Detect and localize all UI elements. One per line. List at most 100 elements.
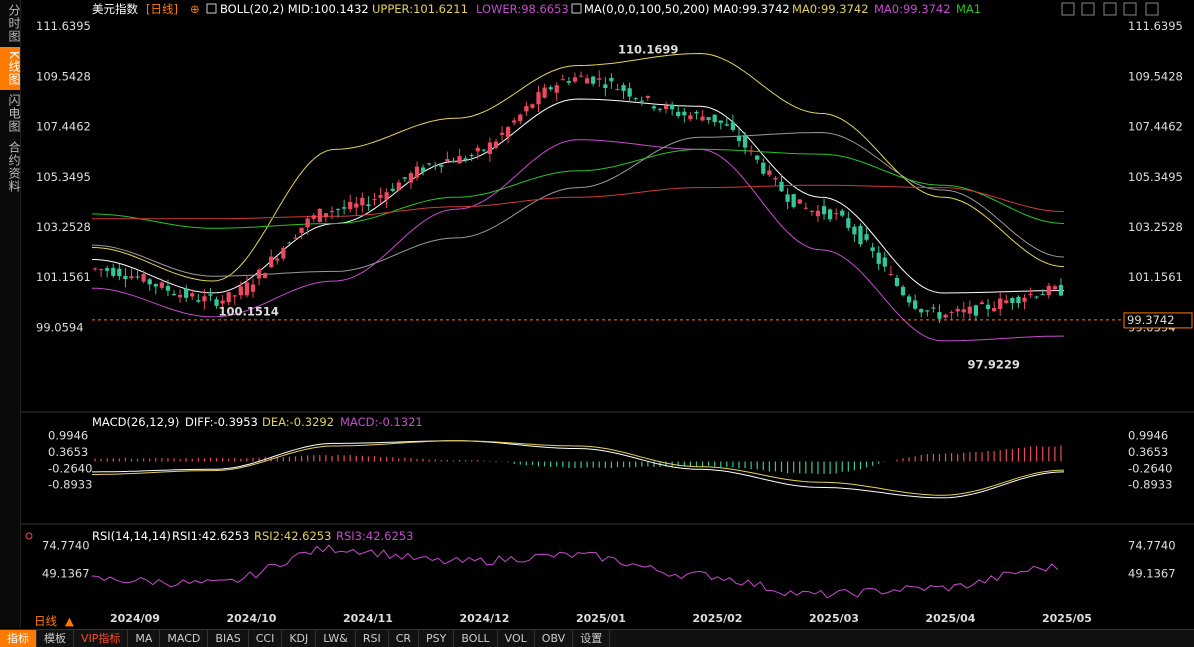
candle-body — [256, 269, 262, 279]
layout-icon[interactable] — [1123, 2, 1137, 16]
rsi-line — [91, 544, 1059, 599]
tab-indicator-4[interactable]: MACD — [160, 630, 209, 647]
ma200-line — [92, 184, 1065, 220]
last-price-value: 99.3742 — [1127, 313, 1175, 327]
candle-body — [372, 199, 377, 201]
close-icon[interactable] — [1145, 2, 1159, 16]
crosshair-icon[interactable] — [1061, 2, 1075, 16]
candle-body — [992, 307, 997, 312]
tab-indicator-11[interactable]: PSY — [419, 630, 455, 647]
tab-indicator-3[interactable]: MA — [128, 630, 161, 647]
tab-indicator-12[interactable]: BOLL — [454, 630, 498, 647]
candle-body — [645, 95, 650, 98]
candle-body — [190, 293, 195, 297]
candle-body — [749, 150, 754, 152]
candle-body — [287, 242, 292, 244]
candle-body — [906, 296, 912, 303]
candle-body — [366, 204, 371, 207]
time-tick-label: 2025/02 — [693, 612, 743, 625]
tab-indicator-9[interactable]: RSI — [356, 630, 389, 647]
candle-body — [469, 155, 474, 157]
candle-body — [882, 257, 887, 267]
candle-body — [566, 81, 572, 83]
time-tick-label: 2025/05 — [1042, 612, 1092, 625]
tab-indicator-2[interactable]: VIP指标 — [74, 630, 129, 647]
period-indicator[interactable]: 日线 — [34, 614, 57, 628]
candle-body — [414, 166, 420, 178]
candle-body — [512, 120, 517, 123]
tab-indicator-7[interactable]: KDJ — [282, 630, 317, 647]
low-annotation-1: 100.1514 — [219, 304, 279, 318]
period-dropdown-icon[interactable]: ▲ — [65, 614, 74, 628]
candle-body — [1028, 293, 1033, 295]
expand-icon[interactable] — [1081, 2, 1095, 16]
candle-body — [621, 85, 626, 91]
tab-indicator-0[interactable]: 指标 — [0, 630, 37, 647]
candle-body — [712, 114, 717, 122]
boll-lower-label: LOWER:98.6653 — [476, 2, 569, 16]
candle-body — [821, 206, 827, 215]
candle-body — [384, 192, 389, 200]
candle-body — [299, 227, 304, 233]
candle-body — [761, 162, 766, 174]
candle-body — [870, 247, 875, 251]
window-controls — [1061, 2, 1159, 16]
candle-body — [827, 209, 833, 220]
ma0-yellow-label: MA0:99.3742 — [792, 2, 869, 16]
ma100-line — [91, 131, 1065, 277]
candle-body — [852, 226, 857, 235]
candle-body — [615, 88, 620, 91]
macd-tick-label: 0.3653 — [48, 445, 88, 459]
macd-tick-label: 0.3653 — [1128, 445, 1168, 459]
boll-mid-line — [91, 98, 1064, 294]
tab-indicator-1[interactable]: 模板 — [37, 630, 74, 647]
candle-body — [998, 298, 1003, 310]
candle-body — [815, 210, 821, 217]
candle-body — [433, 165, 438, 167]
add-icon[interactable]: ⊕ — [190, 2, 200, 16]
tab-indicator-8[interactable]: LW& — [316, 630, 356, 647]
settings-dot-icon[interactable] — [25, 532, 33, 540]
rsi3-label: RSI3:42.6253 — [336, 529, 413, 543]
candle-body — [238, 286, 243, 296]
candle-body — [105, 268, 110, 271]
candle-body — [1022, 297, 1027, 302]
candle-body — [651, 106, 657, 109]
tab-indicator-13[interactable]: VOL — [498, 630, 535, 647]
time-tick-label: 2024/09 — [110, 612, 160, 625]
candle-body — [457, 156, 462, 164]
macd-diff-line — [92, 440, 1065, 499]
checkbox-icon[interactable] — [571, 3, 582, 14]
candle-body — [591, 76, 596, 84]
candle-body — [742, 135, 748, 148]
macd-diff: DIFF:-0.3953 — [185, 415, 258, 429]
candle-body — [147, 279, 152, 285]
candle-body — [524, 106, 529, 112]
candle-body — [943, 314, 948, 318]
low-annotation-2: 97.9229 — [968, 358, 1020, 372]
price-tick-label: 99.0594 — [36, 320, 84, 334]
candle-body — [700, 116, 705, 121]
tab-indicator-14[interactable]: OBV — [535, 630, 574, 647]
candle-body — [919, 309, 924, 313]
tab-indicator-10[interactable]: CR — [389, 630, 420, 647]
tab-indicator-6[interactable]: CCI — [249, 630, 283, 647]
candle-body — [724, 124, 729, 126]
candle-body — [402, 177, 407, 179]
candle-body — [876, 252, 881, 264]
tab-indicator-15[interactable]: 设置 — [573, 630, 611, 647]
candle-body — [420, 167, 426, 173]
chart-area[interactable]: 美元指数 [日线] ⊕ BOLL(20,2) MID:100.1432 UPPE… — [0, 0, 1194, 628]
candle-body — [244, 282, 250, 296]
candle-body — [755, 155, 760, 160]
checkbox-icon[interactable] — [206, 3, 217, 14]
tab-indicator-5[interactable]: BIAS — [208, 630, 249, 647]
candle-body — [390, 188, 395, 191]
candle-body — [609, 77, 614, 82]
candle-body — [584, 78, 590, 84]
candle-body — [317, 208, 322, 222]
candle-body — [931, 307, 936, 309]
candle-body — [846, 218, 851, 228]
zoom-icon[interactable] — [1103, 2, 1117, 16]
candle-body — [949, 312, 954, 314]
